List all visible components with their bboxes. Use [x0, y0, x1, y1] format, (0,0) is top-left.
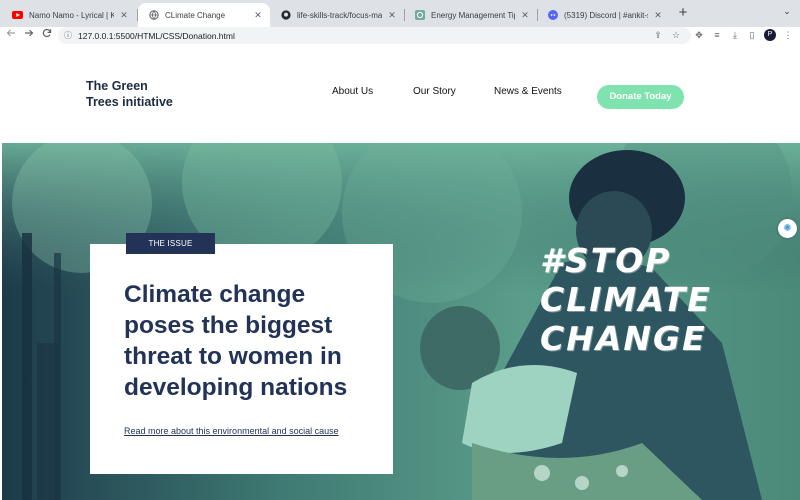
browser-tab-strip: Namo Namo - Lyrical | Kedarnath ✕ CLimat…	[0, 0, 800, 27]
browser-menu-icon[interactable]: ⋮	[782, 29, 794, 41]
forward-icon[interactable]	[22, 28, 36, 42]
tab-title: (5319) Discord | #ankit-sharma	[564, 10, 648, 20]
youtube-icon	[12, 10, 23, 21]
page: The Green Trees initiative About Us Our …	[0, 44, 800, 500]
tab-title: Namo Namo - Lyrical | Kedarnath	[29, 10, 114, 20]
brand-name: The Green Trees initiative	[86, 79, 173, 109]
bookmark-star-icon[interactable]: ☆	[670, 29, 682, 41]
tab-title: Energy Management Tips	[431, 10, 515, 20]
globe-icon	[148, 10, 159, 21]
tab-search-button[interactable]: ⌄	[780, 6, 794, 20]
discord-icon	[547, 10, 558, 21]
address-bar[interactable]: ⓘ 127.0.0.1:5500/HTML/CSS/Donation.html	[58, 27, 691, 44]
back-icon[interactable]	[4, 28, 18, 42]
extensions-icon[interactable]: ✥	[693, 29, 705, 41]
browser-toolbar: ⓘ 127.0.0.1:5500/HTML/CSS/Donation.html …	[0, 27, 800, 44]
nav-news-events[interactable]: News & Events	[494, 86, 562, 97]
nav-our-story[interactable]: Our Story	[413, 86, 456, 97]
new-tab-button[interactable]: +	[675, 5, 691, 21]
read-more-link[interactable]: Read more about this environmental and s…	[124, 426, 339, 436]
github-icon	[280, 10, 291, 21]
chatgpt-sidebar-icon[interactable]: ✺	[778, 219, 797, 238]
close-tab-icon[interactable]: ✕	[519, 10, 531, 21]
profile-avatar[interactable]: P	[764, 29, 776, 41]
brand-logo[interactable]: The Green Trees initiative	[86, 78, 196, 110]
tab-title: life-skills-track/focus-manage	[297, 10, 382, 20]
side-panel-icon[interactable]: ▯	[746, 29, 758, 41]
nav-about-us[interactable]: About Us	[332, 86, 373, 97]
reload-icon[interactable]	[40, 28, 54, 42]
hero-headline: Climate change poses the biggest threat …	[124, 281, 348, 401]
close-tab-icon[interactable]: ✕	[252, 10, 264, 21]
browser-tab-active[interactable]: CLimate Change ✕	[138, 3, 270, 27]
browser-tab[interactable]: Namo Namo - Lyrical | Kedarnath ✕	[2, 3, 136, 27]
close-tab-icon[interactable]: ✕	[118, 10, 130, 21]
site-info-icon[interactable]: ⓘ	[64, 30, 72, 41]
share-icon[interactable]: ⇪	[652, 29, 664, 41]
browser-tab[interactable]: Energy Management Tips ✕	[404, 3, 537, 27]
url-text: 127.0.0.1:5500/HTML/CSS/Donation.html	[78, 30, 235, 41]
close-tab-icon[interactable]: ✕	[386, 10, 398, 21]
reading-list-icon[interactable]: ≡	[711, 29, 723, 41]
download-icon[interactable]: ⤓	[729, 29, 741, 41]
close-tab-icon[interactable]: ✕	[652, 10, 664, 21]
browser-tab[interactable]: (5319) Discord | #ankit-sharma ✕	[537, 3, 670, 27]
site-header: The Green Trees initiative About Us Our …	[0, 44, 800, 143]
browser-tab[interactable]: life-skills-track/focus-manage ✕	[270, 3, 404, 27]
donate-button[interactable]: Donate Today	[597, 85, 684, 109]
chatgpt-icon	[414, 10, 425, 21]
stop-climate-change-text: #STOP CLIMATE CHANGE	[540, 241, 712, 358]
tab-title: CLimate Change	[165, 10, 226, 20]
issue-tag: THE ISSUE	[126, 233, 215, 254]
